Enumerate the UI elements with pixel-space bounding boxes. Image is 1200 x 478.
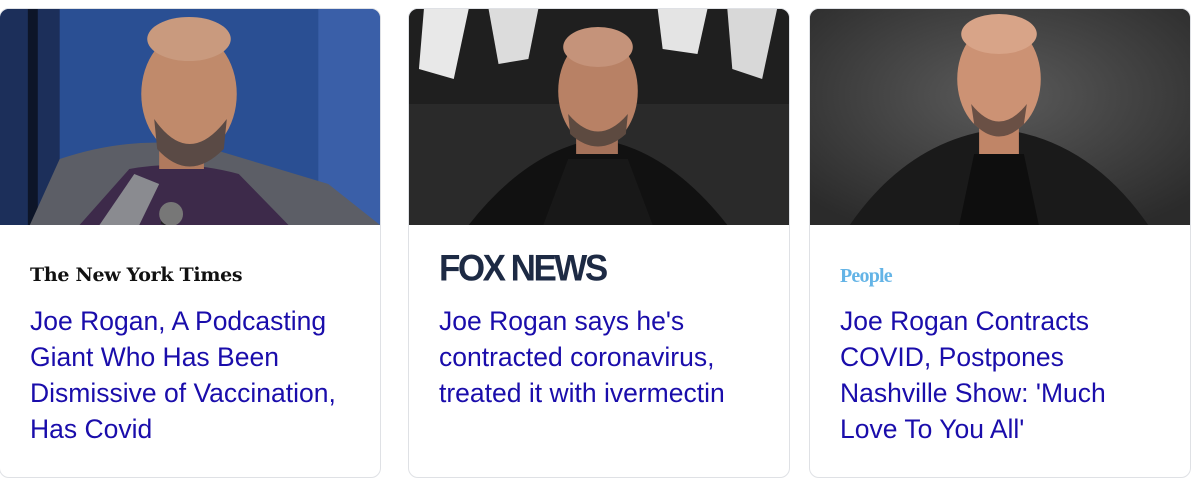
news-thumbnail[interactable]: [409, 9, 789, 225]
thumbnail-image: [0, 9, 380, 225]
thumbnail-image: [409, 9, 789, 225]
news-thumbnail[interactable]: [0, 9, 380, 225]
news-card-nyt[interactable]: The New York Times Joe Rogan, A Podcasti…: [0, 8, 381, 478]
news-card-people[interactable]: People Joe Rogan Contracts COVID, Postpo…: [809, 8, 1191, 478]
headline-link[interactable]: Joe Rogan says he's contracted coronavir…: [439, 303, 765, 411]
source-logo-fox: FOX NEWS: [439, 248, 608, 289]
source-logo-people: People: [840, 264, 893, 287]
headline-link[interactable]: Joe Rogan Contracts COVID, Postpones Nas…: [840, 303, 1166, 447]
thumbnail-image: [810, 9, 1190, 225]
headline-link[interactable]: Joe Rogan, A Podcasting Giant Who Has Be…: [30, 303, 356, 447]
news-card-fox[interactable]: FOX NEWS Joe Rogan says he's contracted …: [408, 8, 790, 478]
news-thumbnail[interactable]: [810, 9, 1190, 225]
source-logo-nyt: The New York Times: [30, 264, 243, 286]
